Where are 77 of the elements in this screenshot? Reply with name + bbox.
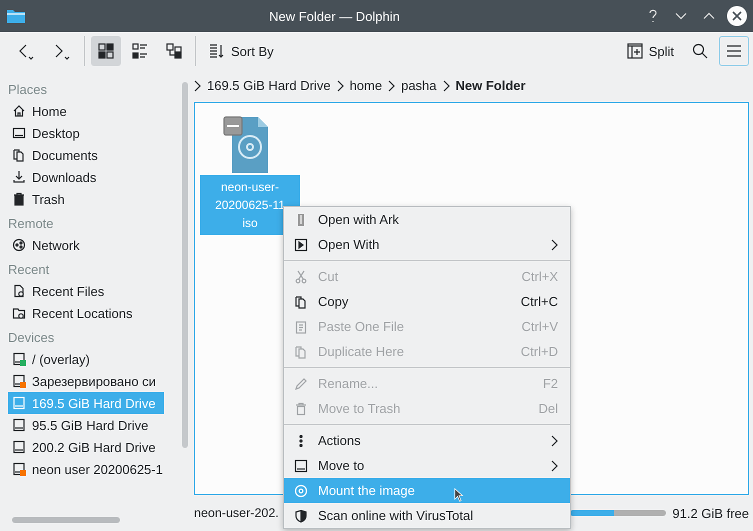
icons-view-icon (98, 43, 114, 59)
section-heading: Recent (8, 260, 50, 278)
drive-icon (12, 418, 26, 432)
sidebar-item[interactable]: Recent Locations (8, 302, 164, 324)
close-button[interactable] (727, 6, 747, 26)
vertical-scrollbar[interactable] (182, 82, 188, 448)
menu-item[interactable]: Move to (284, 453, 570, 478)
breadcrumb-item[interactable]: New Folder (456, 78, 526, 94)
window-title: New Folder — Dolphin (268, 8, 401, 24)
menu-item[interactable]: Copy Ctrl+C (284, 289, 570, 314)
scissors-icon (294, 270, 308, 284)
chevron-right-icon (442, 80, 450, 92)
breadcrumb-item[interactable]: pasha (401, 78, 437, 94)
menu-button[interactable] (719, 36, 749, 66)
status-text: neon-user-202. (194, 506, 279, 520)
drive-icon (12, 374, 26, 388)
drive-icon (12, 440, 26, 454)
sidebar-item[interactable]: Trash (8, 188, 164, 210)
play-window-icon (294, 238, 308, 252)
chevron-right-icon (336, 80, 344, 92)
details-view-icon (132, 43, 148, 59)
free-space-text: 91.2 GiB free (672, 506, 749, 521)
menu-icon (726, 44, 742, 58)
sidebar-item[interactable]: Network (8, 234, 164, 256)
section-heading: Devices (8, 328, 56, 346)
monitor-icon (294, 458, 308, 472)
sidebar-item[interactable]: Зарезервировано си (8, 370, 164, 392)
horizontal-scrollbar[interactable] (12, 517, 120, 523)
trash-icon (294, 402, 308, 416)
mouse-pointer-icon (454, 488, 464, 502)
download-icon (12, 170, 26, 184)
section-heading: Remote (8, 214, 55, 232)
section-heading: Places (8, 80, 48, 98)
paste-icon (294, 320, 308, 334)
copy-icon (294, 344, 308, 358)
sort-by-button[interactable]: Sort By (202, 36, 281, 66)
question-mark-icon (647, 8, 659, 24)
sidebar-item[interactable]: 95.5 GiB Hard Drive (8, 414, 164, 436)
chevron-down-icon (675, 12, 687, 20)
close-icon (732, 11, 742, 21)
drive-icon (12, 462, 26, 476)
shield-icon (294, 508, 308, 522)
monitor-icon (12, 126, 26, 140)
chevron-up-icon (703, 12, 715, 20)
split-button[interactable]: Split (620, 36, 681, 66)
chevron-right-icon (388, 80, 396, 92)
menu-item[interactable]: Scan online with VirusTotal (284, 503, 570, 528)
recent-folder-icon (12, 306, 26, 320)
sidebar-item[interactable]: Downloads (8, 166, 164, 188)
view-mode-button[interactable] (91, 36, 121, 66)
sidebar-item[interactable]: neon user 20200625-1 (8, 458, 164, 480)
sidebar-item[interactable]: 200.2 GiB Hard Drive (8, 436, 164, 458)
breadcrumb-item[interactable]: home (350, 78, 382, 94)
trash-icon (12, 192, 26, 206)
drive-icon (12, 352, 26, 366)
breadcrumb-item[interactable]: 169.5 GiB Hard Drive (207, 78, 331, 94)
split-view-icon (626, 43, 643, 59)
folder-icon (6, 8, 26, 24)
documents-icon (12, 148, 26, 162)
home-icon (12, 104, 26, 118)
network-icon (12, 238, 26, 252)
chevron-right-icon (194, 80, 201, 92)
menu-item[interactable]: Open With (284, 232, 570, 257)
sidebar-item[interactable]: Home (8, 100, 164, 122)
menu-item[interactable]: Actions (284, 428, 570, 453)
sort-icon (209, 43, 225, 59)
copy-icon (294, 294, 308, 308)
sidebar-item[interactable]: / (overlay) (8, 348, 164, 370)
recent-file-icon (12, 284, 26, 298)
sidebar-item[interactable]: Desktop (8, 122, 164, 144)
disc-icon (294, 484, 308, 498)
search-icon (692, 43, 708, 59)
sidebar-item[interactable]: Recent Files (8, 280, 164, 302)
pencil-icon (294, 376, 308, 390)
sidebar-item[interactable]: Documents (8, 144, 164, 166)
tree-view-icon (166, 43, 182, 59)
drive-icon (12, 396, 26, 410)
